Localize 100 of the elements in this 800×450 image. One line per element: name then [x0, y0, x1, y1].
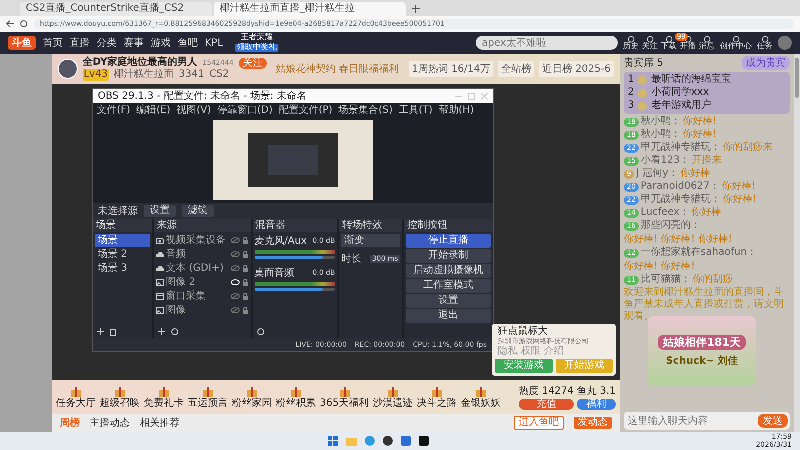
nav-action-label[interactable]: 下载	[661, 42, 677, 51]
eye-off-icon[interactable]	[230, 307, 240, 314]
app-icon[interactable]	[418, 436, 429, 446]
eye-off-icon[interactable]	[230, 237, 240, 244]
add-icon[interactable]	[97, 328, 104, 335]
lock-icon[interactable]	[242, 250, 249, 258]
gift-bar-button[interactable]: 充值	[518, 399, 574, 410]
site-logo[interactable]: 斗鱼	[8, 36, 36, 50]
chat-username[interactable]: 比可猫猫：	[640, 274, 691, 286]
gift-label[interactable]: 金银妖妖	[461, 398, 502, 408]
add-icon[interactable]	[158, 328, 166, 335]
source-item[interactable]: 音频	[166, 248, 229, 261]
lock-icon[interactable]	[242, 278, 249, 286]
gift-label[interactable]: 沙漠遗迹	[373, 398, 414, 408]
control-button[interactable]: 停止直播	[406, 234, 491, 248]
browser-tab[interactable]: 椰汁糕生拉面直播_椰汁糕生拉	[214, 2, 406, 16]
eye-off-icon[interactable]	[230, 251, 240, 258]
chat-username[interactable]: 那些闪亮的：	[640, 220, 701, 232]
transition-select[interactable]: 渐变	[341, 234, 400, 247]
new-tab-icon[interactable]	[412, 5, 420, 13]
nav-link[interactable]: 首页	[43, 36, 63, 50]
chat-username[interactable]: 小看123：	[640, 155, 690, 167]
gift-label[interactable]: 任务大厅	[56, 398, 96, 408]
nav-link[interactable]: 赛事	[124, 36, 144, 50]
nav-action-label[interactable]: 任务	[757, 42, 773, 51]
lock-icon[interactable]	[242, 292, 249, 300]
scrollbar-thumb[interactable]	[795, 58, 799, 98]
room-tab[interactable]: 主播动态	[90, 416, 130, 430]
menu-item[interactable]: 停靠窗口(D)	[217, 103, 273, 117]
gift-label[interactable]: 365天福利	[320, 398, 370, 408]
nav-link[interactable]: 分类	[97, 36, 117, 50]
nav-action-label[interactable]: 开播	[680, 42, 696, 51]
chat-username[interactable]: 一你想家就在sahaofun：	[640, 247, 758, 259]
rank-user[interactable]: 小荷同学xxx	[651, 87, 710, 99]
gift-label[interactable]: 超级召唤	[100, 398, 140, 408]
nav-action-label[interactable]: 历史	[623, 42, 639, 51]
search-field[interactable]: apex太不难啦	[476, 36, 618, 50]
control-button[interactable]: 退出	[406, 309, 491, 323]
chat-username[interactable]: 甲兀战神专猎玩：	[640, 194, 721, 206]
room-tab[interactable]: 相关推荐	[140, 416, 180, 430]
back-icon[interactable]	[6, 20, 14, 28]
volume-slider[interactable]	[254, 256, 336, 259]
source-toolbar-button[interactable]: 滤镜	[182, 205, 214, 217]
source-item[interactable]: 图像	[166, 304, 229, 317]
avatar[interactable]	[778, 36, 792, 50]
lock-icon[interactable]	[242, 264, 249, 272]
chat-username[interactable]: Paranoid0627：	[640, 181, 720, 193]
source-item[interactable]: 图像 2	[166, 276, 229, 289]
gift-label[interactable]: 粉丝积累	[276, 398, 316, 408]
gift-label[interactable]: 免费礼卡	[144, 398, 184, 408]
source-item[interactable]: 窗口采集	[166, 290, 229, 303]
nav-action-label[interactable]: 消息	[699, 42, 715, 51]
control-button[interactable]: 设置	[406, 294, 491, 308]
gift-label[interactable]: 粉丝家园	[232, 398, 272, 408]
control-button[interactable]: 开始录制	[406, 249, 491, 263]
rank-user[interactable]: 最听话的海绵宝宝	[651, 74, 732, 86]
reload-icon[interactable]	[20, 20, 28, 28]
menu-item[interactable]: 配置文件(P)	[278, 103, 333, 117]
lock-icon[interactable]	[242, 236, 249, 244]
nav-action-label[interactable]: 创作中心	[720, 42, 752, 51]
scene-item[interactable]: 场景 3	[95, 262, 150, 275]
rank-button[interactable]: 全站榜	[498, 61, 534, 77]
eye-off-icon[interactable]	[230, 293, 240, 300]
chat-username[interactable]: Lucfeex：	[640, 207, 690, 219]
rank-button[interactable]: 1周热词 16/14万	[409, 61, 494, 77]
volume-slider[interactable]	[254, 288, 336, 291]
category-label[interactable]: CS2	[210, 69, 230, 81]
nav-link[interactable]: 游戏	[151, 36, 171, 50]
nav-link[interactable]: 鱼吧	[178, 36, 198, 50]
chat-username[interactable]: 秋小鸭：	[640, 129, 681, 141]
start-icon[interactable]	[328, 436, 338, 446]
menu-item[interactable]: 场景集合(S)	[338, 103, 393, 117]
menu-item[interactable]: 工具(T)	[398, 103, 433, 117]
chat-username[interactable]: 秋小鸭：	[640, 116, 681, 128]
streamer-name[interactable]: 椰汁糕生拉面	[114, 69, 174, 81]
source-item[interactable]: 视频采集设备	[166, 234, 229, 247]
nav-link[interactable]: KPL	[205, 38, 224, 48]
lock-icon[interactable]	[242, 306, 249, 314]
control-button[interactable]: 工作室模式	[406, 279, 491, 293]
source-toolbar-button[interactable]: 设置	[144, 205, 176, 217]
chat-username[interactable]: 甲兀战神专猎玩：	[640, 142, 721, 154]
control-button[interactable]: 启动虚拟摄像机	[406, 264, 491, 278]
gift-bar-button[interactable]: 福利	[576, 399, 616, 410]
rank-user[interactable]: 老年游戏用户	[651, 100, 712, 112]
nav-link[interactable]: 直播	[70, 36, 90, 50]
scene-item[interactable]: 场景	[95, 234, 150, 247]
chat-username[interactable]: J 冠何y：	[636, 168, 679, 180]
promo-banner[interactable]: 王者荣耀 领取中奖礼	[230, 33, 284, 53]
gift-label[interactable]: 决斗之路	[417, 398, 458, 408]
nav-action-label[interactable]: 关注	[642, 42, 658, 51]
menu-item[interactable]: 文件(F)	[97, 103, 131, 117]
menu-item[interactable]: 帮助(H)	[438, 103, 474, 117]
gift-label[interactable]: 五运预言	[188, 398, 228, 408]
scene-item[interactable]: 场景 2	[95, 248, 150, 261]
rank-button[interactable]: 近日榜 2025-6	[539, 61, 614, 77]
menu-item[interactable]: 编辑(E)	[136, 103, 171, 117]
source-item[interactable]: 文本 (GDI+)	[166, 262, 229, 275]
eye-off-icon[interactable]	[230, 265, 240, 272]
eye-icon[interactable]	[230, 279, 240, 286]
menu-item[interactable]: 视图(V)	[176, 103, 212, 117]
